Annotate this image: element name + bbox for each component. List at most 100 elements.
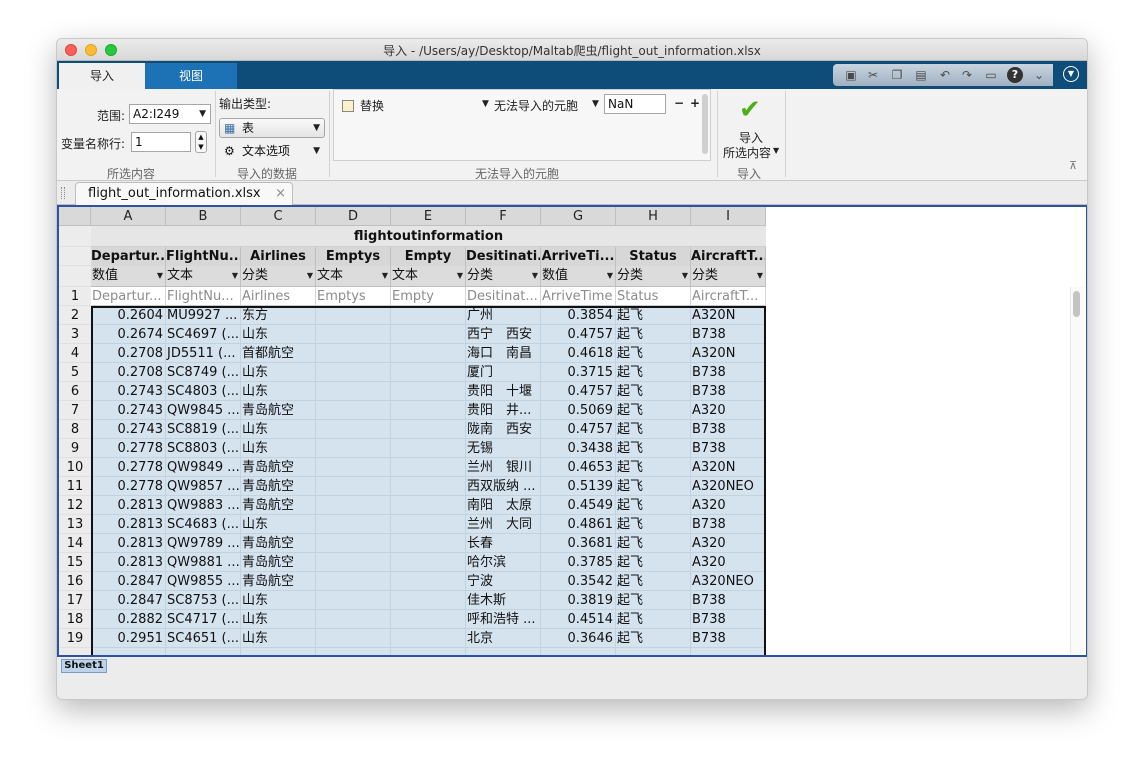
variable-name-cell[interactable]: Desitinati... (466, 247, 541, 266)
header-row-cell[interactable]: Airlines (241, 287, 316, 306)
data-cell[interactable]: 0.2708 (91, 344, 166, 363)
data-cell[interactable]: 0.2604 (91, 306, 166, 325)
data-cell[interactable] (316, 477, 391, 496)
data-cell[interactable]: SC4717 (... (166, 610, 241, 629)
data-cell[interactable]: 海口 南昌 (466, 344, 541, 363)
data-cell[interactable]: B738 (691, 420, 766, 439)
data-cell[interactable]: 青岛航空 (241, 553, 316, 572)
data-cell[interactable]: 佳木斯 (466, 591, 541, 610)
paste-icon[interactable]: ▤ (913, 67, 929, 83)
data-cell[interactable]: 0.2847 (91, 591, 166, 610)
data-cell[interactable] (391, 363, 466, 382)
data-cell[interactable]: 青岛航空 (241, 534, 316, 553)
data-cell[interactable] (316, 629, 391, 648)
data-cell[interactable]: QW9849 ... (166, 458, 241, 477)
data-cell[interactable] (391, 439, 466, 458)
data-cell[interactable]: 起飞 (616, 534, 691, 553)
data-cell[interactable]: 0.2847 (91, 572, 166, 591)
data-cell[interactable] (316, 610, 391, 629)
data-cell[interactable]: A320N (691, 458, 766, 477)
data-cell[interactable]: 山东 (241, 382, 316, 401)
data-cell[interactable]: B738 (691, 610, 766, 629)
variable-name-cell[interactable]: Status (616, 247, 691, 266)
data-cell[interactable]: 0.4861 (541, 515, 616, 534)
data-cell[interactable]: 0.5069 (541, 401, 616, 420)
header-row-cell[interactable]: Departur... (91, 287, 166, 306)
data-cell[interactable] (391, 553, 466, 572)
data-cell[interactable]: 起飞 (616, 363, 691, 382)
data-cell[interactable]: B738 (691, 515, 766, 534)
data-cell[interactable]: 0.4514 (541, 610, 616, 629)
data-cell[interactable] (391, 648, 466, 655)
variable-name-cell[interactable]: Emptys (316, 247, 391, 266)
data-cell[interactable]: SC8819 (... (166, 420, 241, 439)
data-cell[interactable]: 0.3542 (541, 572, 616, 591)
data-cell[interactable]: 起飞 (616, 325, 691, 344)
data-cell[interactable] (391, 572, 466, 591)
data-cell[interactable] (316, 553, 391, 572)
data-cell[interactable] (391, 458, 466, 477)
data-cell[interactable]: 西宁 西安 (466, 325, 541, 344)
header-row-cell[interactable]: Status (616, 287, 691, 306)
data-cell[interactable]: 山东 (241, 439, 316, 458)
data-cell[interactable] (166, 648, 241, 655)
header-row-cell[interactable]: FlightNu... (166, 287, 241, 306)
data-cell[interactable]: 广州 (466, 306, 541, 325)
data-cell[interactable]: 青岛航空 (241, 477, 316, 496)
rule-action-dropdown-icon[interactable]: ▼ (482, 99, 489, 109)
variable-name-cell[interactable]: Airlines (241, 247, 316, 266)
data-cell[interactable]: SC8803 (... (166, 439, 241, 458)
data-cell[interactable]: 山东 (241, 325, 316, 344)
variable-type-dropdown[interactable]: 分类 ▼ (616, 266, 691, 287)
data-cell[interactable]: A320 (691, 553, 766, 572)
copy-icon[interactable]: ❐ (889, 67, 905, 83)
header-row-cell[interactable]: Emptys (316, 287, 391, 306)
data-cell[interactable]: 起飞 (616, 420, 691, 439)
data-cell[interactable]: 0.3819 (541, 591, 616, 610)
data-cell[interactable] (316, 648, 391, 655)
data-cell[interactable]: SC4683 (... (166, 515, 241, 534)
data-cell[interactable]: 0.3646 (541, 629, 616, 648)
data-cell[interactable] (541, 648, 616, 655)
data-cell[interactable] (391, 515, 466, 534)
range-input[interactable]: A2:I249 ▼ (129, 104, 211, 124)
column-header-g[interactable]: G (541, 207, 616, 226)
data-cell[interactable]: 0.2951 (91, 629, 166, 648)
output-type-dropdown[interactable]: ▦ 表 ▼ (219, 118, 325, 138)
help-icon[interactable]: ? (1007, 67, 1023, 83)
data-cell[interactable] (391, 591, 466, 610)
variable-type-dropdown[interactable]: 数值 ▼ (541, 266, 616, 287)
document-tab[interactable]: flight_out_information.xlsx × (75, 182, 293, 205)
quick-access-menu-icon[interactable]: ⌄ (1031, 67, 1047, 83)
rule-target-dropdown-icon[interactable]: ▼ (592, 99, 599, 109)
variable-type-dropdown[interactable]: 分类 ▼ (241, 266, 316, 287)
data-cell[interactable] (241, 648, 316, 655)
variable-name-row-stepper[interactable]: ▲ ▼ (195, 131, 207, 153)
data-cell[interactable]: 无锡 (466, 439, 541, 458)
data-cell[interactable]: 0.3715 (541, 363, 616, 382)
data-cell[interactable]: 0.2813 (91, 553, 166, 572)
data-cell[interactable]: 山东 (241, 515, 316, 534)
data-cell[interactable]: 0.4549 (541, 496, 616, 515)
data-cell[interactable]: 山东 (241, 610, 316, 629)
data-cell[interactable]: SC4697 (... (166, 325, 241, 344)
variable-type-dropdown[interactable]: 数值 ▼ (91, 266, 166, 287)
data-cell[interactable]: MU9927 ... (166, 306, 241, 325)
data-cell[interactable]: 0.4618 (541, 344, 616, 363)
data-cell[interactable]: QW9789 ... (166, 534, 241, 553)
data-cell[interactable]: QW9845 ... (166, 401, 241, 420)
data-cell[interactable] (691, 648, 766, 655)
data-cell[interactable]: 贵阳 十堰 (466, 382, 541, 401)
data-cell[interactable]: A320NEO (691, 477, 766, 496)
data-cell[interactable] (316, 591, 391, 610)
data-cell[interactable]: 0.3438 (541, 439, 616, 458)
data-cell[interactable] (316, 382, 391, 401)
data-cell[interactable]: SC8753 (... (166, 591, 241, 610)
add-rule-button[interactable]: + (690, 96, 700, 110)
data-cell[interactable] (616, 648, 691, 655)
data-cell[interactable]: 0.2778 (91, 458, 166, 477)
variable-name-cell[interactable]: FlightNu... (166, 247, 241, 266)
data-cell[interactable] (316, 458, 391, 477)
data-cell[interactable] (391, 534, 466, 553)
data-cell[interactable]: 起飞 (616, 439, 691, 458)
